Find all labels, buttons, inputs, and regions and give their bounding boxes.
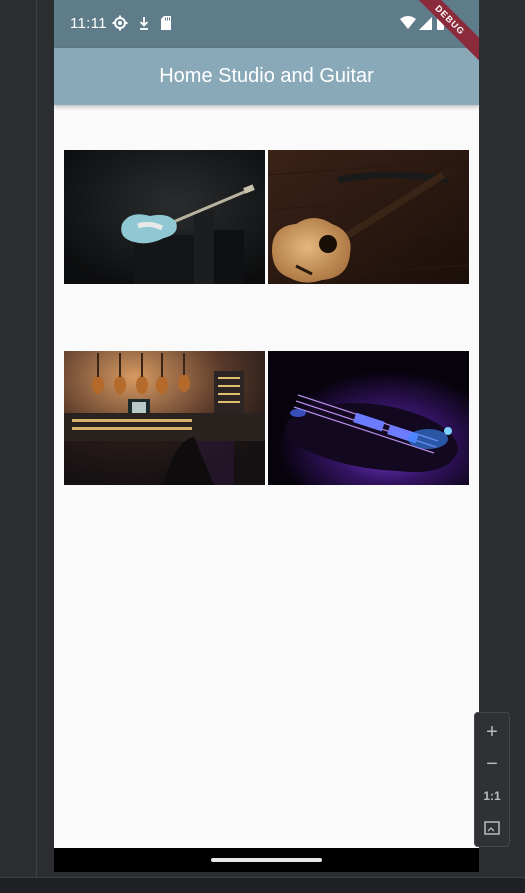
zoom-in-button[interactable]: + bbox=[475, 717, 509, 747]
ide-divider bbox=[36, 0, 37, 878]
sd-card-icon bbox=[161, 16, 171, 30]
actual-size-button[interactable]: 1:1 bbox=[475, 781, 509, 811]
zoom-out-button[interactable]: − bbox=[475, 749, 509, 779]
app-bar: Home Studio and Guitar bbox=[54, 48, 479, 105]
electric-guitar-photo bbox=[64, 150, 265, 284]
home-studio-photo bbox=[64, 351, 265, 485]
wifi-icon bbox=[400, 16, 416, 29]
neon-guitar-photo bbox=[268, 351, 469, 485]
signal-icon bbox=[419, 17, 432, 30]
system-nav-bar bbox=[54, 848, 479, 872]
gallery-image-neon-guitar[interactable] bbox=[268, 351, 469, 485]
page-title: Home Studio and Guitar bbox=[159, 65, 374, 87]
home-gesture-handle[interactable] bbox=[211, 858, 322, 862]
device-screen: 11:11 Home Studio and Guitar DEBUG bbox=[54, 0, 479, 872]
fit-screen-icon bbox=[484, 821, 500, 835]
ide-bottom-bar bbox=[0, 877, 525, 893]
gallery-image-acoustic-guitar[interactable] bbox=[268, 150, 469, 284]
emulator-zoom-panel: + − 1:1 bbox=[474, 712, 510, 847]
fit-screen-button[interactable] bbox=[475, 813, 509, 843]
gallery-image-electric-guitar[interactable] bbox=[64, 150, 265, 284]
acoustic-guitar-photo bbox=[268, 150, 469, 284]
download-icon bbox=[139, 17, 149, 30]
status-time: 11:11 bbox=[70, 15, 107, 32]
gallery-image-home-studio[interactable] bbox=[64, 351, 265, 485]
status-bar: 11:11 bbox=[54, 0, 479, 48]
ide-left-panel bbox=[0, 0, 54, 892]
settings-gear-icon bbox=[112, 15, 128, 31]
